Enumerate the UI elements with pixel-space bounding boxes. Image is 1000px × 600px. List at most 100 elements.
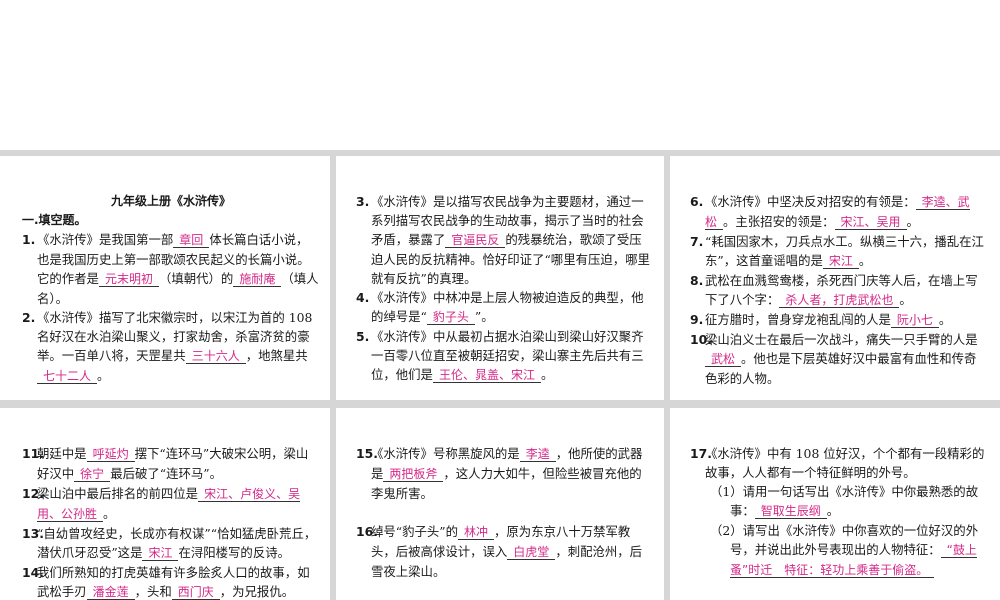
question-text: 。 (906, 214, 919, 229)
panel-bottom-middle: 15. 《水浒传》号称黑旋风的是 李逵 ，他所使的武器是 两把板斧 ，这人力大如牛，但险些… (356, 444, 652, 600)
answer: 宋江 (822, 254, 859, 269)
answer: 白虎堂 (507, 545, 556, 560)
answer: 杀人者，打虎武松也 (779, 293, 900, 308)
panel-top-right: 6. 《水浒传》中坚决反对招安的有领是： 李逵、武松 。主张招安的领是： 宋江、吴用。 … (690, 192, 986, 392)
question-text: ”。 (474, 309, 494, 324)
page-divider-middle (0, 400, 1000, 408)
answer: 武松 (705, 352, 742, 367)
question-number: 3. (356, 194, 370, 209)
answer: 两把板斧 (383, 467, 444, 482)
answer: 官逼民反 (445, 233, 506, 248)
question-10: 10. 梁山泊义士在最后一次战斗，痛失一只手臂的人是武松 。他也是下层英雄好汉中最富… (690, 330, 986, 388)
question-number: 12. (22, 486, 44, 501)
answer: 林冲 (458, 525, 495, 540)
page-divider-top (0, 150, 1000, 156)
question-number: 6. (690, 194, 704, 209)
panel-top-middle: 3. 《水浒传》是以描写农民战争为主要题材，通过一系列描写农民战争的生动故事，揭示… (356, 192, 652, 392)
answer: 七十二人 (37, 369, 98, 384)
question-9: 9. 征方腊时，曾身穿龙袍乱闯的人是 阮小七。 (690, 310, 986, 330)
answer: 元末明初 (98, 272, 159, 287)
question-number: 5. (356, 329, 370, 344)
question-text: 在浔阳楼写的反诗。 (178, 545, 290, 560)
question-text: 。 (103, 506, 116, 521)
answer: 阮小七 (890, 313, 939, 328)
question-text: 。 (97, 368, 110, 383)
question-text: 梁山泊中最后排名的前四位是 (37, 486, 199, 501)
question-text: 。 (826, 503, 840, 518)
question-text: 绰号“豹子头”的 (371, 524, 459, 539)
question-2: 2. 《水浒传》描写了北宋徽宗时，以宋江为首的 108 名好汉在水泊梁山聚义，打家… (22, 308, 320, 386)
panel-bottom-left: 11. 朝廷中是 呼延灼 摆下“连环马”大破宋公明，梁山好汉中 徐宁 最后破了“连环马”。… (22, 444, 320, 600)
question-text: 。 (540, 367, 554, 382)
question-17-part-1: （1）请用一句话写出《水浒传》中你最熟悉的故事： 智取生辰纲。 (690, 482, 986, 521)
question-text: 。 (938, 312, 952, 327)
question-text: 。 (899, 292, 912, 307)
question-text: 《水浒传》中有 108 位好汉，个个都有一段精彩的故事，人人都有一个特征鲜明的外… (705, 446, 985, 480)
question-text: 。主张招安的领是： (723, 214, 835, 229)
question-16: 16. 绰号“豹子头”的 林冲 ，原为东京八十万禁军教头，后被高俅设计，误入 白虎堂 ，刺… (356, 522, 652, 581)
panel-top-left: 九年级上册《水浒传》 一.填空题。 1. 《水浒传》是我国第一部 章回 体长篇白话小说… (22, 192, 320, 392)
column-gutter-right (664, 150, 670, 600)
question-5: 5. 《水浒传》中从最初占据水泊梁山到梁山好汉聚齐一百零八位直至被朝廷招安，梁山寨… (356, 327, 652, 385)
question-number: 13. (22, 526, 44, 541)
question-13: 13. “自幼曾攻经史，长成亦有权谋”“恰如猛虎卧荒丘，潜伏爪牙忍受”这是 宋江 在浔… (22, 524, 320, 563)
question-text: 。他也是下层英雄好汉中最富有血性和传奇色彩的人物。 (705, 351, 977, 386)
question-12: 12. 梁山泊中最后排名的前四位是 宋江、卢俊义、吴用、公孙胜。 (22, 484, 320, 524)
question-4: 4. 《水浒传》中林冲是上层人物被迫造反的典型，他的绰号是“ 豹子头”。 (356, 288, 652, 327)
question-number: 4. (356, 290, 370, 305)
question-text: （2）请写出《水浒传》中你喜欢的一位好汉的外号，并说出此外号表现出的人物特征： (710, 523, 979, 557)
question-text: （填朝代）的 (158, 271, 234, 286)
question-7: 7. “耗国因家木，刀兵点水工。纵横三十六，播乱在江东”，这首童谣唱的是 宋江。 (690, 232, 986, 271)
answer: 徐宁 (74, 467, 111, 482)
question-text: （1）请用一句话写出《水浒传》中你最熟悉的故事： (710, 484, 979, 518)
panel-bottom-right: 17. 《水浒传》中有 108 位好汉，个个都有一段精彩的故事，人人都有一个特征鲜… (690, 444, 986, 600)
question-6: 6. 《水浒传》中坚决反对招安的有领是： 李逵、武松 。主张招安的领是： 宋江、吴用。 (690, 192, 986, 232)
question-text: ，为兄报仇。 (219, 584, 295, 599)
question-14: 14. 我们所熟知的打虎英雄有许多脍炙人口的故事，如武松手刃 潘金莲 ，头和 西门庆 ，为… (22, 563, 320, 600)
question-text: 《水浒传》是我国第一部 (37, 232, 174, 247)
doc-title: 九年级上册《水浒传》 (110, 194, 231, 208)
question-number: 7. (690, 234, 704, 249)
question-text: 《水浒传》号称黑旋风的是 (371, 446, 520, 461)
question-number: 1. (22, 232, 36, 247)
question-1: 1. 《水浒传》是我国第一部 章回 体长篇白话小说，也是我国历史上第一部歌颂农民起义的… (22, 230, 320, 308)
question-number: 10. (690, 332, 712, 347)
question-number: 15. (356, 446, 378, 461)
question-text: 朝廷中是 (37, 446, 87, 461)
question-text: 《水浒传》中林冲是上层人物被迫造反的典型，他的绰号是“ (371, 290, 644, 324)
answer: 王伦、晁盖、宋江 (432, 368, 541, 383)
question-text: 《水浒传》中坚决反对招安的有领是： (705, 194, 916, 209)
answer: 三十六人 (185, 349, 246, 364)
question-number: 14. (22, 565, 44, 580)
question-8: 8. 武松在血溅鸳鸯楼，杀死西门庆等人后，在墙上写下了八个字： 杀人者，打虎武松也。 (690, 271, 986, 310)
question-17-part-2: （2）请写出《水浒传》中你喜欢的一位好汉的外号，并说出此外号表现出的人物特征： “… (690, 521, 986, 580)
answer: 宋江、吴用 (834, 215, 907, 230)
answer: 西门庆 (171, 585, 220, 600)
question-15: 15. 《水浒传》号称黑旋风的是 李逵 ，他所使的武器是 两把板斧 ，这人力大如牛，但险些… (356, 444, 652, 503)
question-number: 17. (690, 446, 712, 461)
question-number: 11. (22, 446, 44, 461)
answer: 章回 (173, 233, 210, 248)
question-17: 17. 《水浒传》中有 108 位好汉，个个都有一段精彩的故事，人人都有一个特征鲜… (690, 444, 986, 482)
answer: 宋江 (142, 546, 179, 561)
question-11: 11. 朝廷中是 呼延灼 摆下“连环马”大破宋公明，梁山好汉中 徐宁 最后破了“连环马”。 (22, 444, 320, 484)
question-3: 3. 《水浒传》是以描写农民战争为主要题材，通过一系列描写农民战争的生动故事，揭示… (356, 192, 652, 288)
question-text: 征方腊时，曾身穿龙袍乱闯的人是 (705, 312, 891, 327)
answer: 李逵 (519, 447, 556, 462)
question-number: 2. (22, 310, 36, 325)
section-title: 一.填空题。 (22, 213, 87, 227)
question-number: 16. (356, 524, 378, 539)
column-gutter-left (330, 150, 336, 600)
question-number: 9. (690, 312, 704, 327)
answer: 豹子头 (426, 310, 475, 325)
answer: 施耐庵 (233, 272, 282, 287)
question-text: 最后破了“连环马”。 (110, 466, 222, 481)
question-text: ，头和 (134, 584, 172, 599)
question-text: 。 (858, 253, 872, 268)
answer: 智取生辰纲 (754, 504, 827, 519)
answer: 呼延灼 (86, 447, 135, 462)
question-text: ，地煞星共 (245, 348, 308, 363)
question-number: 8. (690, 273, 704, 288)
answer: 潘金莲 (86, 585, 135, 600)
